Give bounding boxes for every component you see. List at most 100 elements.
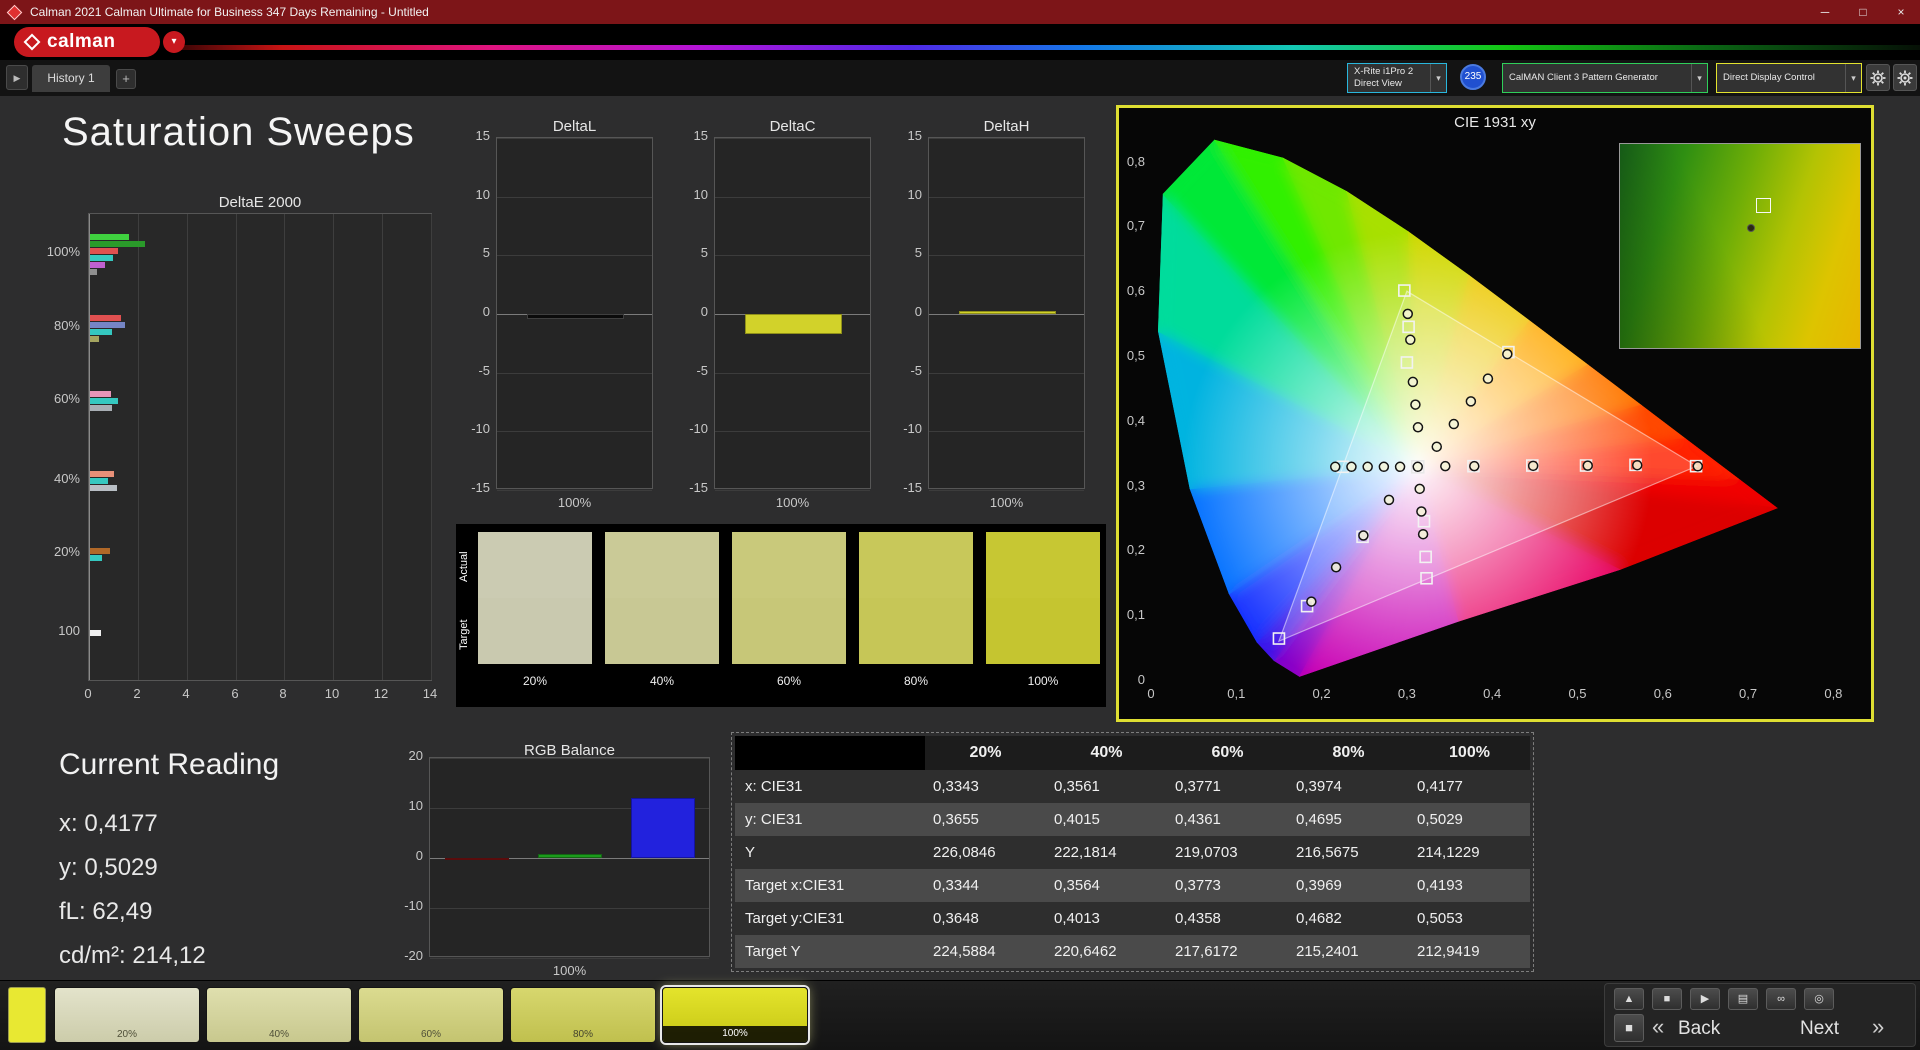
gridline <box>715 197 870 198</box>
gridline <box>929 490 1084 491</box>
meter-dropdown-arrow-icon[interactable]: ▾ <box>1430 64 1446 92</box>
y-tick-label: 5 <box>874 245 922 260</box>
table-header-cell: 20% <box>925 736 1046 770</box>
deltal-chart: DeltaL151050-5-10-15100% <box>440 118 666 522</box>
table-row-label: Y <box>735 836 925 869</box>
table-cell: 0,3564 <box>1046 869 1167 902</box>
close-button[interactable]: × <box>1882 0 1920 24</box>
tab-scroll-button[interactable]: ▶ <box>6 65 28 90</box>
pattern-button-40%[interactable]: 40% <box>206 987 352 1043</box>
maximize-button[interactable]: □ <box>1844 0 1882 24</box>
y-tick-label: -10 <box>442 421 490 436</box>
table-cell: 0,3561 <box>1046 770 1167 803</box>
table-row: Y226,0846222,1814219,0703216,5675214,122… <box>735 836 1530 869</box>
back-button[interactable]: Back <box>1678 1018 1748 1040</box>
logo-menu-chevron-icon[interactable]: ▾ <box>163 31 185 53</box>
chart-title: DeltaE 2000 <box>88 194 432 211</box>
minimize-button[interactable]: ─ <box>1806 0 1844 24</box>
deltae-bar <box>90 485 117 491</box>
table-cell: 0,3648 <box>925 902 1046 935</box>
table-row-label: Target y:CIE31 <box>735 902 925 935</box>
gridline <box>430 758 709 759</box>
table-header-cell: 40% <box>1046 736 1167 770</box>
chart-title: CIE 1931 xy <box>1119 114 1871 131</box>
swatch-label: 80% <box>859 674 973 688</box>
y-tick-label: 0 <box>442 304 490 319</box>
table-cell: 222,1814 <box>1046 836 1167 869</box>
y-tick-label: 15 <box>874 128 922 143</box>
table-cell: 0,5029 <box>1409 803 1530 836</box>
y-tick-label: 0,2 <box>1119 542 1145 557</box>
table-cell: 0,4193 <box>1409 869 1530 902</box>
x-tick-label: 0,7 <box>1730 686 1766 701</box>
table-cell: 212,9419 <box>1409 935 1530 968</box>
cie-1931-diagram: CIE 1931 xy00,10,20,30,40,50,60,70,800,1… <box>1116 105 1874 722</box>
deltae-bar <box>90 555 102 561</box>
display-control-dropdown[interactable]: Direct Display Control ▾ <box>1716 63 1862 93</box>
table-cell: 217,6172 <box>1167 935 1288 968</box>
delta-bar <box>527 314 624 319</box>
pattern-label: 100% <box>663 1026 807 1042</box>
delta-bar <box>959 311 1056 314</box>
y-tick-label: -5 <box>874 363 922 378</box>
pattern-button-20%[interactable]: 20% <box>54 987 200 1043</box>
swatch-label: 100% <box>986 674 1100 688</box>
play-button[interactable]: ▶ <box>1690 988 1720 1010</box>
display-name: Direct Display Control <box>1723 72 1839 84</box>
pattern-source-dropdown[interactable]: CalMAN Client 3 Pattern Generator ▾ <box>1502 63 1708 93</box>
y-tick-label: 5 <box>660 245 708 260</box>
pattern-button-100%[interactable]: 100% <box>662 987 808 1043</box>
source-dropdown-arrow-icon[interactable]: ▾ <box>1691 64 1707 92</box>
window-controls: ─ □ × <box>1806 0 1920 24</box>
meter-status-badge[interactable]: 235 <box>1460 64 1486 90</box>
stop-button[interactable]: ■ <box>1652 988 1682 1010</box>
y-tick-label: 10 <box>368 798 423 813</box>
gridline <box>497 255 652 256</box>
pattern-button[interactable]: ▤ <box>1728 988 1758 1010</box>
back-chevron-icon[interactable]: « <box>1652 1014 1672 1040</box>
loop-button[interactable]: ◎ <box>1804 988 1834 1010</box>
add-tab-button[interactable]: + <box>116 69 136 89</box>
y-tick-label: 0,6 <box>1119 283 1145 298</box>
eject-button[interactable]: ▲ <box>1614 988 1644 1010</box>
pattern-button-60%[interactable]: 60% <box>358 987 504 1043</box>
table-header-cell <box>735 736 925 770</box>
calman-logo-button[interactable]: calman <box>14 27 160 57</box>
deltae-bar <box>90 269 97 275</box>
settings-gear-button[interactable] <box>1866 64 1890 91</box>
y-tick-label: 10 <box>660 187 708 202</box>
actual-swatch <box>986 532 1100 598</box>
reading-y: y: 0,5029 <box>59 846 349 890</box>
gridline <box>497 490 652 491</box>
table-cell: 214,1229 <box>1409 836 1530 869</box>
swatch-label: 40% <box>605 674 719 688</box>
display-dropdown-arrow-icon[interactable]: ▾ <box>1845 64 1861 92</box>
gridline <box>929 197 1084 198</box>
big-stop-button[interactable]: ■ <box>1614 1014 1644 1042</box>
next-chevron-icon[interactable]: » <box>1872 1014 1892 1040</box>
y-tick-label: 10 <box>874 187 922 202</box>
current-reading-panel: Current Reading x: 0,4177 y: 0,5029 fL: … <box>59 748 349 978</box>
x-tick-label: 2 <box>122 686 152 701</box>
pattern-button-80%[interactable]: 80% <box>510 987 656 1043</box>
link-button[interactable]: ∞ <box>1766 988 1796 1010</box>
pattern-window-button[interactable] <box>8 987 46 1043</box>
table-cell: 0,4177 <box>1409 770 1530 803</box>
swatch-label: 60% <box>732 674 846 688</box>
toolbar: ▶ History 1 + X-Rite i1Pro 2 Direct View… <box>0 60 1920 96</box>
x-tick-label: 8 <box>268 686 298 701</box>
y-tick-label: 0 <box>1119 672 1145 687</box>
y-tick-label: 0,1 <box>1119 607 1145 622</box>
table-row-label: y: CIE31 <box>735 803 925 836</box>
table-row: y: CIE310,36550,40150,43610,46950,5029 <box>735 803 1530 836</box>
tab-history-1[interactable]: History 1 <box>32 65 110 92</box>
workflow-options-button[interactable] <box>1893 64 1917 91</box>
gridline <box>929 255 1084 256</box>
deltae-bar <box>90 329 112 335</box>
pattern-label: 80% <box>511 1029 655 1040</box>
next-button[interactable]: Next <box>1800 1018 1870 1040</box>
x-tick-label: 4 <box>171 686 201 701</box>
meter-dropdown[interactable]: X-Rite i1Pro 2 Direct View ▾ <box>1347 63 1447 93</box>
y-tick-label: 40% <box>18 471 80 486</box>
x-tick-label: 0,6 <box>1645 686 1681 701</box>
